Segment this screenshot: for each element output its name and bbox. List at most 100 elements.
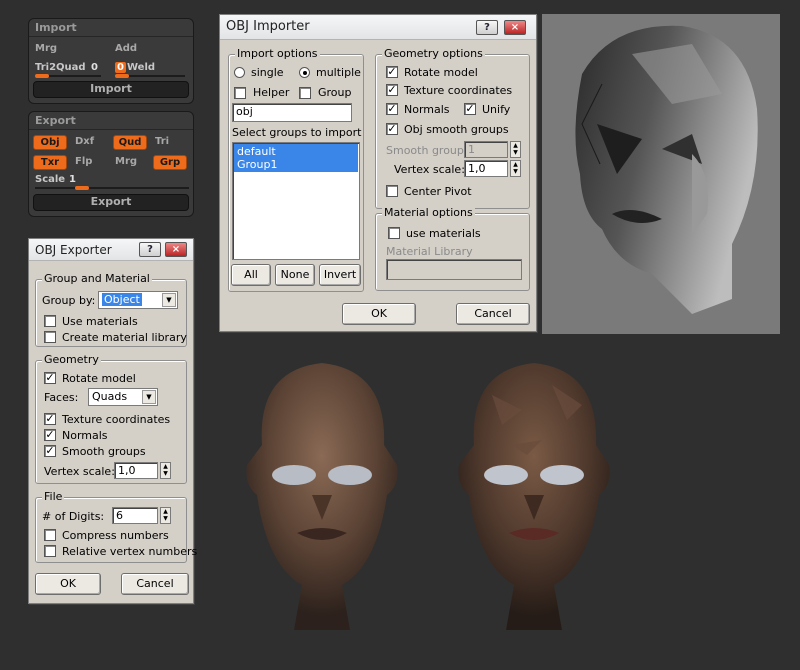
faces-label: Faces: <box>44 391 79 404</box>
single-radio[interactable] <box>234 67 245 78</box>
relative-vertex-numbers-checkbox[interactable] <box>44 545 56 557</box>
vertex-scale-label: Vertex scale: <box>394 163 465 176</box>
none-button[interactable]: None <box>275 264 315 286</box>
use-materials-label: Use materials <box>62 315 138 328</box>
obj-smooth-groups-checkbox[interactable]: ✓ <box>386 123 398 135</box>
faces-select[interactable]: Quads ▼ <box>88 388 158 406</box>
center-pivot-checkbox[interactable] <box>386 185 398 197</box>
geometry-label: Geometry <box>42 353 101 366</box>
smooth-group-label: Smooth group: <box>386 144 468 157</box>
group-list-item[interactable]: Group1 <box>237 158 355 171</box>
export-button[interactable]: Export <box>33 194 189 211</box>
material-options-label: Material options <box>382 206 475 219</box>
rotate-model-label: Rotate model <box>62 372 136 385</box>
mrg-button[interactable]: Mrg <box>35 43 57 54</box>
scale-value: 1 <box>69 174 76 185</box>
cancel-button[interactable]: Cancel <box>456 303 530 325</box>
tri-toggle[interactable]: Tri <box>155 136 169 147</box>
use-materials-label: use materials <box>406 227 481 240</box>
vertex-scale-input[interactable]: 1,0 <box>114 462 158 479</box>
flp-toggle[interactable]: Flp <box>75 156 92 167</box>
close-button[interactable]: × <box>504 20 526 35</box>
obj-importer-title: OBJ Importer <box>226 19 310 34</box>
group-list-item[interactable]: default <box>237 145 355 158</box>
relative-vertex-numbers-label: Relative vertex numbers <box>62 545 198 558</box>
normals-checkbox[interactable]: ✓ <box>44 429 56 441</box>
invert-button[interactable]: Invert <box>319 264 361 286</box>
vertex-scale-spinner[interactable]: ▲ ▼ <box>510 160 521 177</box>
close-button[interactable]: × <box>165 242 187 257</box>
rotate-model-checkbox[interactable]: ✓ <box>44 372 56 384</box>
import-palette-title: Import <box>29 19 193 37</box>
group-checkbox[interactable] <box>299 87 311 99</box>
digits-input[interactable]: 6 <box>112 507 158 524</box>
qud-toggle[interactable]: Qud <box>113 135 147 150</box>
chevron-down-icon[interactable]: ▼ <box>142 390 156 404</box>
ok-button[interactable]: OK <box>342 303 416 325</box>
obj-toggle[interactable]: Obj <box>33 135 67 150</box>
obj-importer-dialog: OBJ Importer ? × Import options single m… <box>219 14 537 332</box>
compress-numbers-label: Compress numbers <box>62 529 169 542</box>
obj-exporter-dialog: OBJ Exporter ? × Group and Material Grou… <box>28 238 198 604</box>
group-by-label: Group by: <box>42 294 96 307</box>
txr-toggle[interactable]: Txr <box>33 155 67 170</box>
compress-numbers-checkbox[interactable] <box>44 529 56 541</box>
object-name-input[interactable]: obj <box>232 103 352 122</box>
dxf-toggle[interactable]: Dxf <box>75 136 94 147</box>
ok-button[interactable]: OK <box>35 573 101 595</box>
help-button[interactable]: ? <box>476 20 498 35</box>
group-by-select[interactable]: Object ▼ <box>98 291 178 309</box>
gray-head-image <box>575 25 758 314</box>
texture-coordinates-checkbox[interactable]: ✓ <box>44 413 56 425</box>
geometry-box: Geometry ✓ Rotate model Faces: Quads ▼ ✓… <box>35 353 187 484</box>
rotate-model-checkbox[interactable]: ✓ <box>386 66 398 78</box>
material-library-label: Material Library <box>386 245 473 258</box>
helper-label: Helper <box>253 86 290 99</box>
cancel-button[interactable]: Cancel <box>121 573 189 595</box>
grp-toggle[interactable]: Grp <box>153 155 187 170</box>
groups-list[interactable]: default Group1 <box>232 142 360 260</box>
helper-checkbox[interactable] <box>234 87 246 99</box>
material-library-input[interactable] <box>386 259 522 280</box>
use-materials-checkbox[interactable] <box>388 227 400 239</box>
scale-slider-knob[interactable] <box>75 186 89 190</box>
normals-label: Normals <box>62 429 108 442</box>
tri2quad-slider-knob[interactable] <box>35 74 49 78</box>
import-button[interactable]: Import <box>33 81 189 98</box>
textured-head-render-right <box>432 355 636 635</box>
weld-value: 0 <box>115 62 126 73</box>
weld-label: Weld <box>127 62 156 73</box>
chevron-down-icon[interactable]: ▼ <box>162 293 176 307</box>
obj-smooth-groups-label: Obj smooth groups <box>404 123 509 136</box>
vertex-scale-spinner[interactable]: ▲ ▼ <box>160 462 171 479</box>
mrg-toggle[interactable]: Mrg <box>115 156 137 167</box>
use-materials-checkbox[interactable] <box>44 315 56 327</box>
normals-checkbox[interactable]: ✓ <box>386 103 398 115</box>
multiple-radio[interactable] <box>299 67 310 78</box>
material-options-box: Material options use materials Material … <box>375 206 530 291</box>
help-button[interactable]: ? <box>139 242 161 257</box>
all-button[interactable]: All <box>231 264 271 286</box>
center-pivot-label: Center Pivot <box>404 185 472 198</box>
vertex-scale-input[interactable]: 1,0 <box>464 160 508 177</box>
unify-checkbox[interactable]: ✓ <box>464 103 476 115</box>
obj-exporter-title: OBJ Exporter <box>35 243 112 257</box>
weld-slider-knob[interactable] <box>115 74 129 78</box>
select-groups-label: Select groups to import <box>232 126 362 139</box>
obj-importer-titlebar: OBJ Importer ? × <box>220 15 536 40</box>
smooth-group-input[interactable]: 1 <box>464 141 508 158</box>
normals-label: Normals <box>404 103 450 116</box>
create-material-library-checkbox[interactable] <box>44 331 56 343</box>
textured-head-render-left <box>222 355 422 635</box>
digits-spinner[interactable]: ▲ ▼ <box>160 507 171 524</box>
scale-slider[interactable] <box>35 187 189 189</box>
texture-coordinates-checkbox[interactable]: ✓ <box>386 84 398 96</box>
smooth-group-spinner[interactable]: ▲ ▼ <box>510 141 521 158</box>
smooth-groups-label: Smooth groups <box>62 445 146 458</box>
multiple-label: multiple <box>316 66 361 79</box>
vertex-scale-label: Vertex scale: <box>44 465 115 478</box>
obj-exporter-titlebar: OBJ Exporter ? × <box>29 239 193 261</box>
geometry-options-label: Geometry options <box>382 47 485 60</box>
smooth-groups-checkbox[interactable]: ✓ <box>44 445 56 457</box>
add-button[interactable]: Add <box>115 43 137 54</box>
